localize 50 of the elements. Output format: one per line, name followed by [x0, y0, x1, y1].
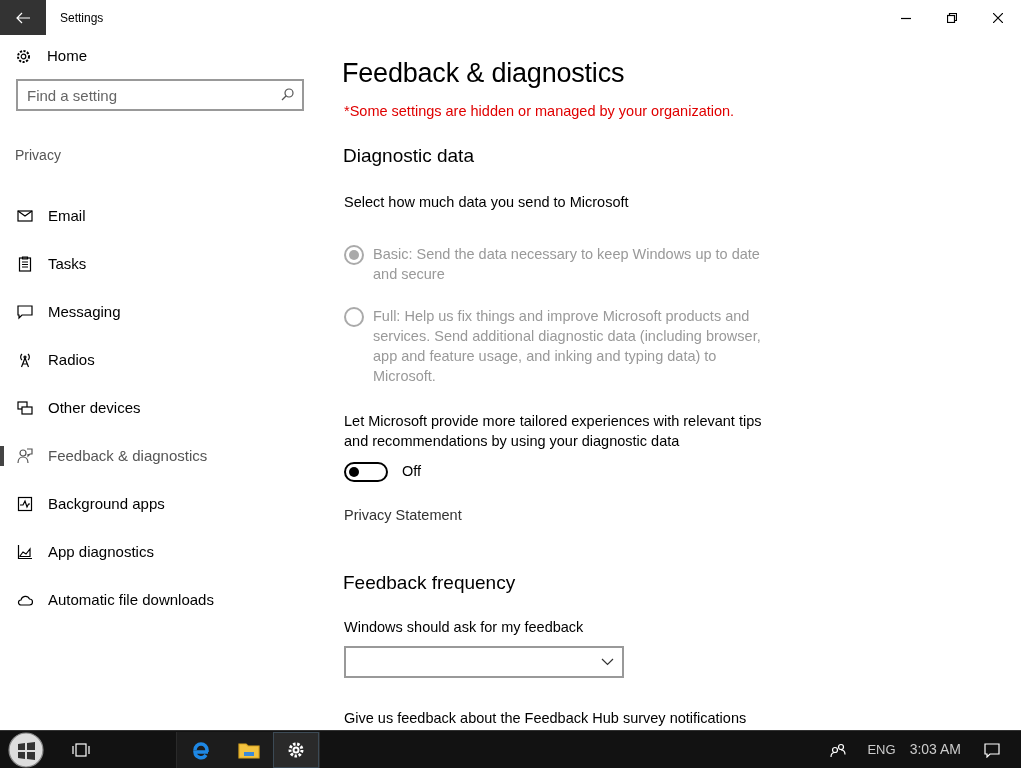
section-label: Privacy [14, 146, 62, 165]
frequency-dropdown[interactable] [344, 645, 624, 678]
sidebar-item[interactable]: Email [0, 192, 320, 240]
privacy-link[interactable]: Privacy Statement [344, 504, 462, 527]
back-arrow-icon [15, 11, 31, 24]
gear-icon [16, 48, 31, 64]
gear-icon [287, 740, 305, 759]
home-item[interactable]: Home [0, 41, 320, 71]
clipboard-icon [17, 256, 33, 272]
speech-bubble-icon [984, 741, 1000, 758]
field-label: Windows should ask for my feedback [344, 618, 585, 637]
settings-taskbar-icon[interactable] [273, 731, 319, 768]
sidebar-item[interactable]: Radios [0, 336, 320, 384]
search-field[interactable]: Find a setting [16, 79, 304, 111]
chevron-down-icon [601, 657, 614, 666]
sidebar-item[interactable]: Automatic file downloads [0, 576, 320, 624]
sidebar-item[interactable]: Messaging [0, 288, 320, 336]
restore-icon [947, 12, 957, 23]
area-chart-icon [17, 544, 33, 560]
sidebar-item[interactable]: Feedback & diagnostics [0, 432, 320, 480]
start-button[interactable] [6, 731, 46, 768]
toggle-state: Off [402, 462, 422, 481]
person-feedback-icon [17, 448, 33, 464]
antenna-icon [17, 352, 33, 368]
section-heading: Diagnostic data [343, 143, 475, 168]
close-icon [993, 12, 1003, 23]
language-indicator[interactable]: ENG [867, 739, 896, 760]
people-icon [830, 741, 847, 758]
toggle-switch[interactable] [344, 461, 388, 482]
envelope-icon [17, 208, 33, 224]
clock[interactable]: 3:03 AM [909, 739, 961, 760]
description-text: Give us feedback about the Feedback Hub survey notifications [344, 708, 748, 728]
warning-text: *Some settings are hidden or managed by your organization. [344, 102, 736, 121]
window-title: Settings [60, 9, 104, 27]
back-button[interactable] [0, 0, 46, 35]
chart-window-icon [17, 496, 33, 512]
sidebar-item[interactable]: Background apps [0, 480, 320, 528]
folder-icon [238, 740, 260, 759]
task-view-icon [71, 742, 91, 757]
page-title: Feedback & diagnostics [342, 57, 626, 90]
search-icon [281, 88, 294, 101]
devices-icon [17, 400, 33, 416]
sidebar-item[interactable]: App diagnostics [0, 528, 320, 576]
section-heading: Feedback frequency [343, 570, 517, 595]
letter-e-logo-icon [191, 739, 211, 760]
setting-description: Let Microsoft provide more tailored experiences with relevant tips and recommendations by using your diagnostic data [344, 412, 763, 451]
sidebar-item[interactable]: Tasks [0, 240, 320, 288]
speech-bubble-icon [17, 304, 33, 320]
sidebar-item[interactable]: Other devices [0, 384, 320, 432]
prompt-text: Select how much data you send to Microsoft [344, 193, 630, 213]
